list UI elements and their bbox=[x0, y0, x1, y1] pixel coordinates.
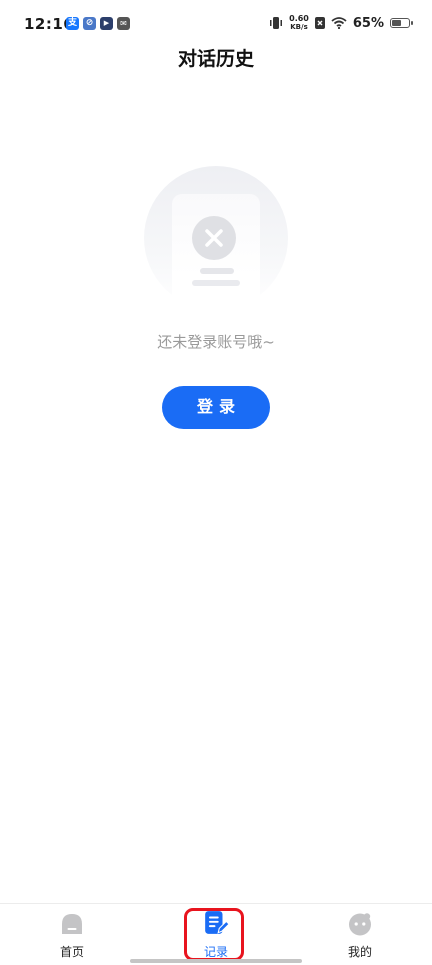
app-icon: ⊘ bbox=[83, 17, 96, 30]
close-icon bbox=[192, 216, 236, 260]
vibrate-icon bbox=[270, 17, 283, 29]
battery-percent: 65% bbox=[352, 15, 384, 31]
document-line bbox=[192, 280, 240, 286]
mail-icon: ✉ bbox=[117, 17, 130, 30]
battery-icon bbox=[390, 18, 413, 28]
home-indicator[interactable] bbox=[130, 959, 302, 963]
active-tab-highlight bbox=[184, 908, 244, 961]
home-icon bbox=[62, 914, 82, 934]
login-button[interactable]: 登录 bbox=[162, 386, 270, 429]
sim-off-icon bbox=[314, 17, 325, 29]
close-x-glyph bbox=[205, 229, 223, 247]
nav-label-home: 首页 bbox=[59, 945, 84, 959]
alipay-icon: 支 bbox=[66, 17, 79, 30]
document-line bbox=[200, 268, 234, 274]
empty-illustration bbox=[144, 166, 288, 310]
empty-state-message: 还未登录账号哦~ bbox=[157, 333, 275, 351]
nav-item-profile[interactable]: 我的 bbox=[310, 904, 410, 965]
status-bar: 12:16 支 ⊘ ▶ ✉ 0.60 KB/s 65% bbox=[0, 0, 432, 50]
play-icon: ▶ bbox=[100, 17, 113, 30]
net-speed-value: 0.60 bbox=[289, 14, 309, 23]
profile-icon bbox=[349, 913, 371, 936]
page-title: 对话历史 bbox=[177, 48, 254, 70]
net-speed: 0.60 KB/s bbox=[289, 14, 309, 32]
net-speed-unit: KB/s bbox=[290, 23, 308, 31]
notification-icons: 支 ⊘ ▶ ✉ bbox=[66, 17, 130, 30]
status-right: 0.60 KB/s 65% bbox=[269, 14, 413, 32]
nav-item-home[interactable]: 首页 bbox=[22, 904, 122, 965]
wifi-icon bbox=[331, 17, 347, 29]
nav-label-profile: 我的 bbox=[347, 945, 372, 959]
